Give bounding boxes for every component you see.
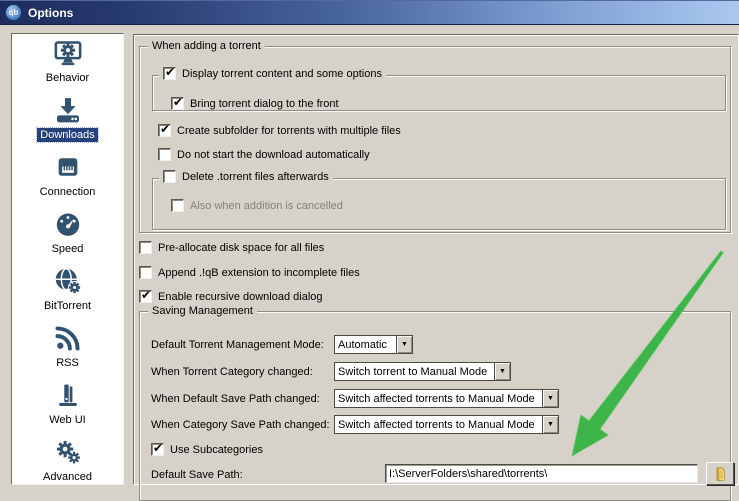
- display-content-checkbox[interactable]: Display torrent content and some options: [159, 67, 386, 80]
- checkbox-label: Pre-allocate disk space for all files: [158, 242, 324, 254]
- checkbox-box[interactable]: [158, 148, 171, 161]
- checkbox-box[interactable]: [163, 170, 176, 183]
- group-title: Saving Management: [148, 304, 257, 318]
- group-title: When adding a torrent: [148, 39, 265, 53]
- browse-folder-button[interactable]: [706, 462, 734, 485]
- append-extension-checkbox[interactable]: Append .!qB extension to incomplete file…: [139, 265, 360, 280]
- category-savepath-changed-label: When Category Save Path changed:: [151, 415, 330, 434]
- checkbox-box: [171, 199, 184, 212]
- checkbox-box[interactable]: [139, 290, 152, 303]
- category-savepath-changed-select[interactable]: Switch affected torrents to Manual Mode …: [334, 415, 559, 434]
- sidebar-label-advanced: Advanced: [40, 470, 95, 484]
- sidebar-label-downloads: Downloads: [37, 128, 97, 142]
- category-changed-label: When Torrent Category changed:: [151, 362, 313, 381]
- savepath-changed-label: When Default Save Path changed:: [151, 389, 320, 408]
- checkbox-label: Append .!qB extension to incomplete file…: [158, 267, 360, 279]
- checkbox-box[interactable]: [171, 97, 184, 110]
- sidebar-label-speed: Speed: [49, 242, 87, 256]
- sidebar-label-connection: Connection: [37, 185, 99, 199]
- preallocate-checkbox[interactable]: Pre-allocate disk space for all files: [139, 240, 324, 255]
- checkbox-label: Display torrent content and some options: [182, 68, 382, 80]
- select-value: Switch affected torrents to Manual Mode: [335, 393, 542, 405]
- qbittorrent-logo-icon: qb: [5, 4, 22, 21]
- globe-gear-icon: [51, 266, 85, 296]
- default-save-path-label: Default Save Path:: [151, 465, 243, 484]
- checkbox-label: Use Subcategories: [170, 444, 263, 456]
- category-changed-select[interactable]: Switch torrent to Manual Mode ▼: [334, 362, 511, 381]
- sidebar-item-bittorrent[interactable]: BitTorrent: [12, 266, 123, 323]
- checkbox-box[interactable]: [151, 443, 164, 456]
- sidebar-label-webui: Web UI: [46, 413, 88, 427]
- checkbox-label: Delete .torrent files afterwards: [182, 171, 329, 183]
- sidebar-item-webui[interactable]: Web UI: [12, 380, 123, 437]
- sidebar-label-bittorrent: BitTorrent: [41, 299, 94, 313]
- checkbox-label: Bring torrent dialog to the front: [190, 98, 339, 110]
- window-title: Options: [28, 6, 73, 20]
- chevron-down-icon[interactable]: ▼: [396, 336, 412, 353]
- display-content-group: Display torrent content and some options…: [152, 75, 726, 111]
- window-titlebar[interactable]: qb Options: [0, 0, 739, 25]
- also-cancelled-checkbox: Also when addition is cancelled: [171, 198, 343, 213]
- checkbox-label: Create subfolder for torrents with multi…: [177, 125, 401, 137]
- create-subfolder-checkbox[interactable]: Create subfolder for torrents with multi…: [158, 123, 401, 138]
- speedometer-icon: [51, 209, 85, 239]
- when-adding-torrent-group: When adding a torrent Display torrent co…: [139, 46, 731, 233]
- rss-icon: [51, 323, 85, 353]
- gears-icon: [51, 437, 85, 467]
- sidebar-label-rss: RSS: [53, 356, 82, 370]
- default-mode-select[interactable]: Automatic ▼: [334, 335, 413, 354]
- folder-icon: [711, 465, 729, 483]
- webui-server-icon: [51, 380, 85, 410]
- select-value: Automatic: [335, 339, 396, 351]
- sidebar-item-connection[interactable]: Connection: [12, 152, 123, 209]
- select-value: Switch affected torrents to Manual Mode: [335, 419, 542, 431]
- sidebar-item-speed[interactable]: Speed: [12, 209, 123, 266]
- checkbox-box[interactable]: [163, 67, 176, 80]
- delete-torrent-checkbox[interactable]: Delete .torrent files afterwards: [159, 170, 333, 183]
- checkbox-label: Enable recursive download dialog: [158, 291, 323, 303]
- sidebar-item-downloads[interactable]: Downloads: [12, 95, 123, 152]
- default-save-path-input[interactable]: [385, 464, 698, 483]
- checkbox-label: Do not start the download automatically: [177, 149, 370, 161]
- sidebar-item-behavior[interactable]: Behavior: [12, 38, 123, 95]
- delete-torrent-group: Delete .torrent files afterwards Also wh…: [152, 178, 726, 230]
- checkbox-label: Also when addition is cancelled: [190, 200, 343, 212]
- recursive-download-checkbox[interactable]: Enable recursive download dialog: [139, 289, 323, 304]
- checkbox-box[interactable]: [158, 124, 171, 137]
- options-category-list[interactable]: Behavior Downloads Connection: [11, 33, 124, 485]
- sidebar-label-behavior: Behavior: [43, 71, 92, 85]
- select-value: Switch torrent to Manual Mode: [335, 366, 494, 378]
- checkbox-box[interactable]: [139, 241, 152, 254]
- sidebar-item-advanced[interactable]: Advanced: [12, 437, 123, 485]
- monitor-gear-icon: [51, 38, 85, 68]
- savepath-changed-select[interactable]: Switch affected torrents to Manual Mode …: [334, 389, 559, 408]
- sidebar-item-rss[interactable]: RSS: [12, 323, 123, 380]
- default-mode-label: Default Torrent Management Mode:: [151, 335, 324, 354]
- bring-front-checkbox[interactable]: Bring torrent dialog to the front: [171, 96, 339, 111]
- saving-management-group: Saving Management Default Torrent Manage…: [139, 311, 731, 501]
- downloads-settings-panel: When adding a torrent Display torrent co…: [133, 34, 739, 485]
- checkbox-box[interactable]: [139, 266, 152, 279]
- download-tray-icon: [51, 95, 85, 125]
- ethernet-plug-icon: [51, 152, 85, 182]
- use-subcategories-checkbox[interactable]: Use Subcategories: [151, 442, 263, 457]
- no-autostart-checkbox[interactable]: Do not start the download automatically: [158, 147, 370, 162]
- chevron-down-icon[interactable]: ▼: [542, 416, 558, 433]
- chevron-down-icon[interactable]: ▼: [542, 390, 558, 407]
- chevron-down-icon[interactable]: ▼: [494, 363, 510, 380]
